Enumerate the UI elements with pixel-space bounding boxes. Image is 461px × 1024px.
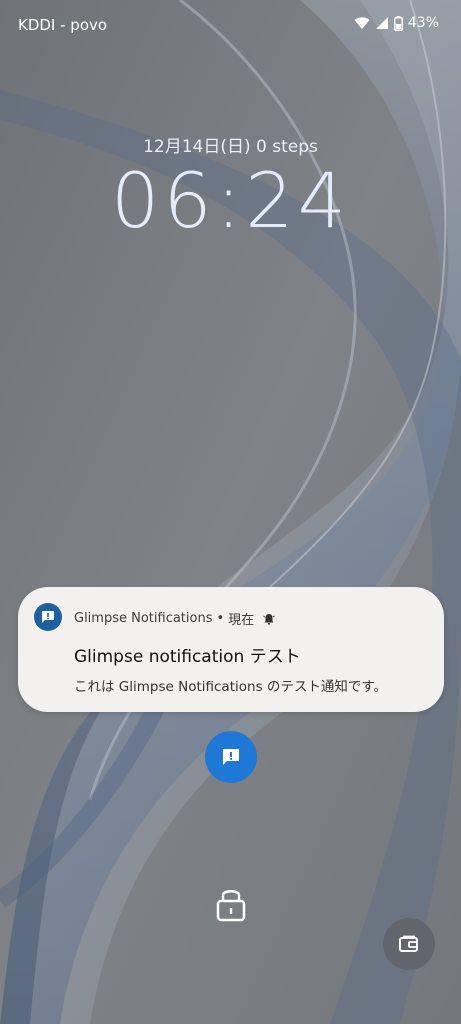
notification-card[interactable]: Glimpse Notifications • 現在 Glimpse notif…	[18, 587, 444, 712]
date-steps-text: 12月14日(日) 0 steps	[143, 137, 318, 157]
wifi-icon	[354, 17, 370, 29]
notification-separator: •	[216, 611, 225, 626]
lockscreen-clock: 06:24	[110, 156, 351, 245]
battery-percent: 43%	[407, 15, 439, 31]
signal-icon	[375, 17, 388, 29]
glimpse-notification-icon[interactable]	[205, 731, 257, 783]
notification-header: Glimpse Notifications • 現在	[74, 609, 276, 628]
carrier-label: KDDI - povo	[18, 16, 108, 34]
notification-title: Glimpse notification テスト	[74, 647, 301, 667]
glimpse-app-icon	[34, 603, 62, 631]
notification-app-name: Glimpse Notifications	[74, 611, 213, 626]
notification-time: 現在	[228, 613, 255, 628]
alert-bell-icon	[263, 613, 275, 624]
battery-icon	[393, 15, 403, 31]
lock-icon[interactable]	[213, 884, 249, 928]
wallet-icon[interactable]	[383, 918, 435, 970]
notification-body: これは Glimpse Notifications のテスト通知です。	[74, 679, 388, 695]
status-icons: 43%	[354, 15, 439, 31]
status-bar: KDDI - povo 43%	[0, 0, 461, 48]
